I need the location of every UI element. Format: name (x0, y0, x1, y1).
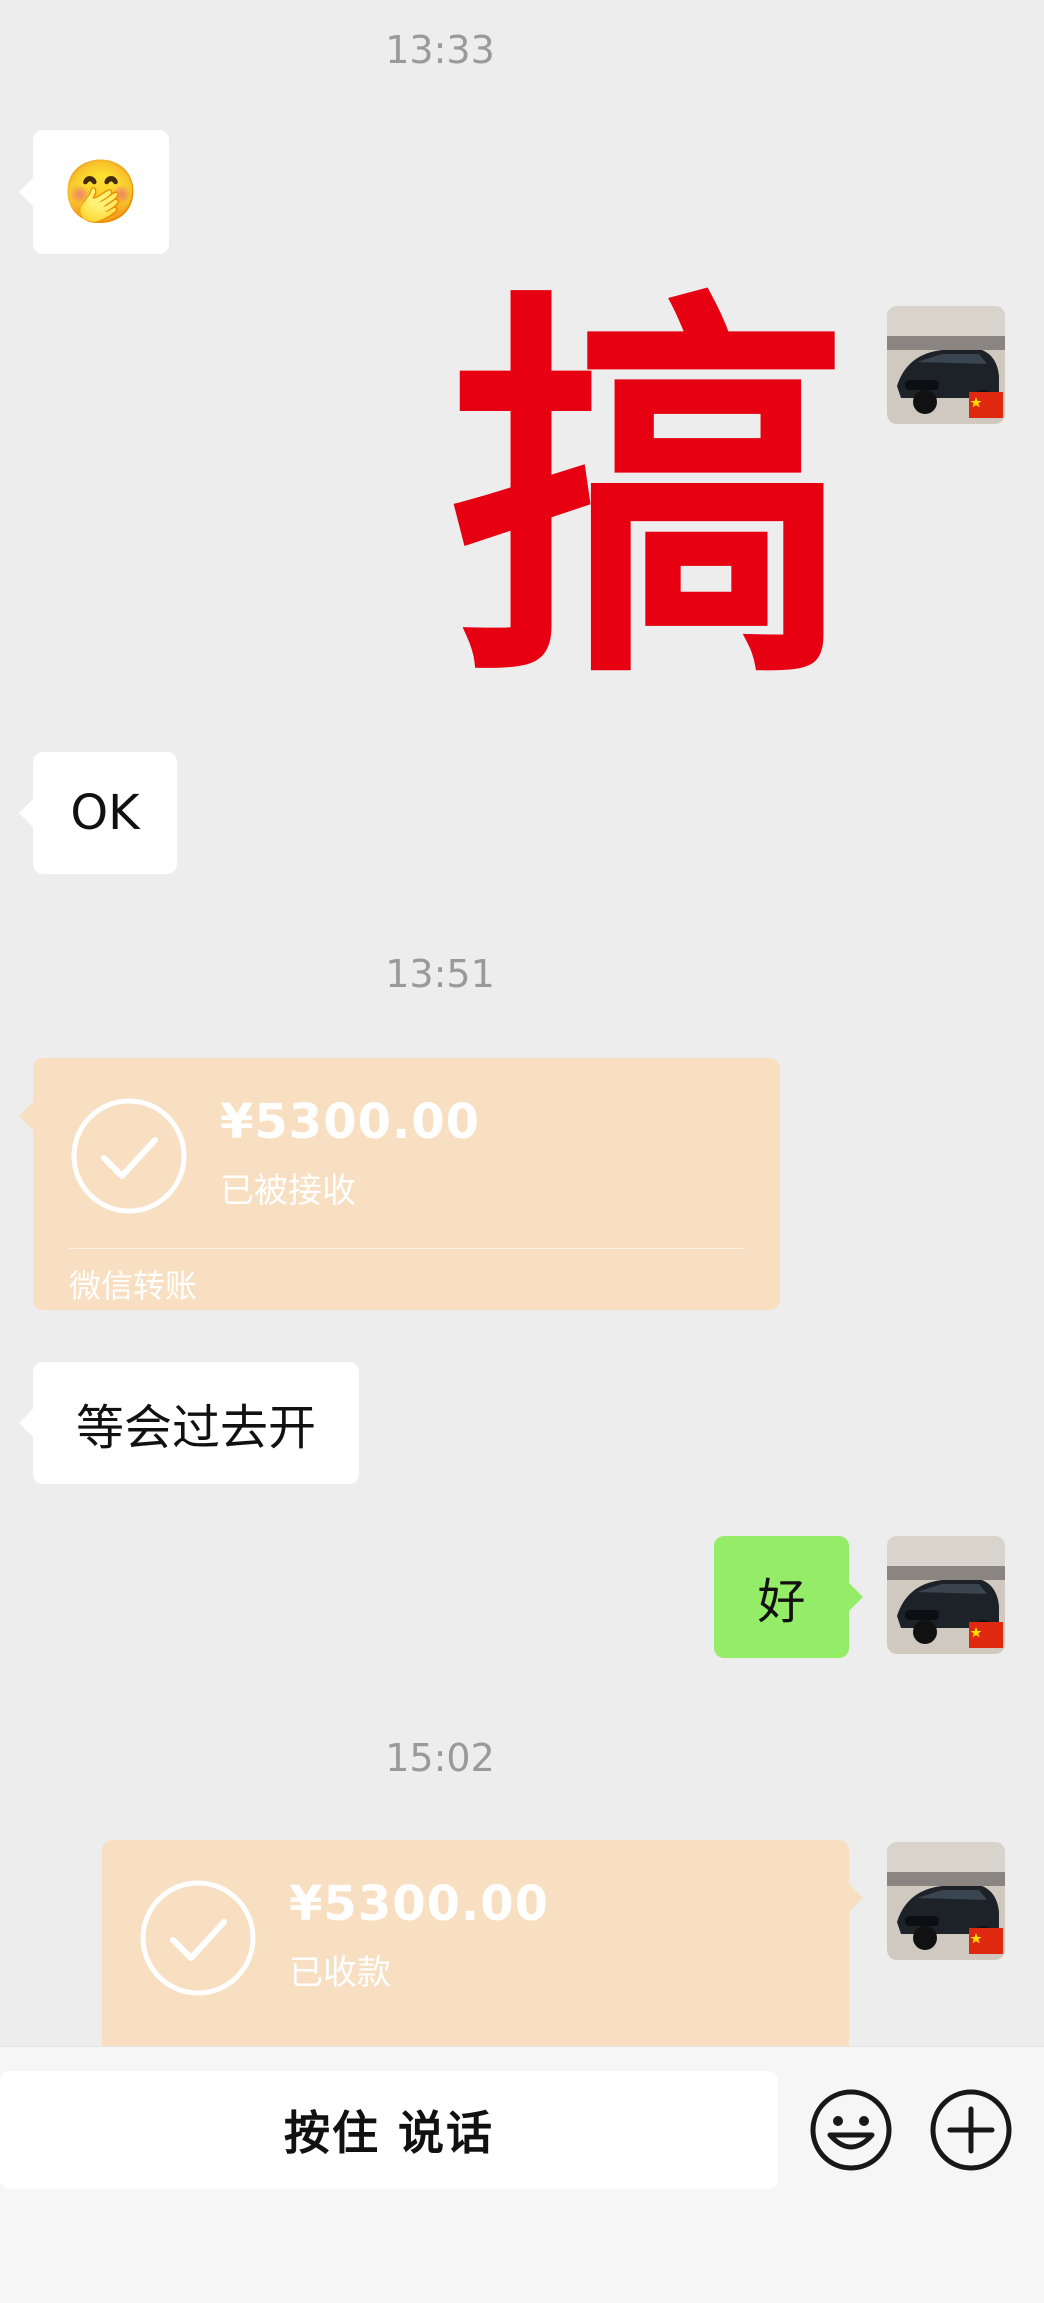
transfer-amount: ¥5300.00 (220, 1094, 481, 1150)
message-text: 等会过去开 (75, 1400, 316, 1456)
message-bubble-emoji[interactable]: 🤭 (19, 130, 169, 254)
message-bubble-text[interactable]: 等会过去开 (19, 1362, 359, 1484)
transfer-card-collected[interactable]: ¥5300.00 已收款 (102, 1840, 863, 2046)
transfer-card-received[interactable]: ¥5300.00 已被接收 微信转账 (19, 1058, 780, 1310)
car-avatar-icon (887, 1536, 1005, 1654)
message-text: OK (70, 785, 140, 841)
transfer-label: 微信转账 (69, 1267, 198, 1305)
avatar[interactable] (887, 1842, 1005, 1960)
timestamp: 13:33 (385, 28, 495, 72)
hold-to-talk-button[interactable]: 按住 说话 (0, 2071, 778, 2189)
message-text: 好 (757, 1574, 806, 1630)
input-bar: 按住 说话 (0, 2046, 1044, 2303)
check-circle-icon (140, 1880, 256, 1996)
car-avatar-icon (887, 1842, 1005, 1960)
message-bubble-reply[interactable]: 好 (714, 1536, 863, 1658)
plus-icon[interactable] (928, 2087, 1014, 2173)
emoji-sticker: 🤭 (62, 155, 140, 228)
divider (69, 1248, 744, 1249)
timestamp: 15:02 (385, 1736, 495, 1780)
transfer-status: 已被接收 (220, 1171, 356, 1211)
avatar[interactable] (887, 306, 1005, 424)
sticker-character: 搞 (450, 262, 850, 727)
message-bubble-ok[interactable]: OK (19, 752, 177, 874)
sticker-image[interactable]: 搞 (440, 285, 860, 705)
timestamp: 13:51 (385, 952, 495, 996)
transfer-amount: ¥5300.00 (289, 1876, 550, 1932)
avatar[interactable] (887, 1536, 1005, 1654)
emoji-icon[interactable] (808, 2087, 894, 2173)
transfer-status: 已收款 (289, 1953, 391, 1993)
check-circle-icon (71, 1098, 187, 1214)
car-avatar-icon (887, 306, 1005, 424)
